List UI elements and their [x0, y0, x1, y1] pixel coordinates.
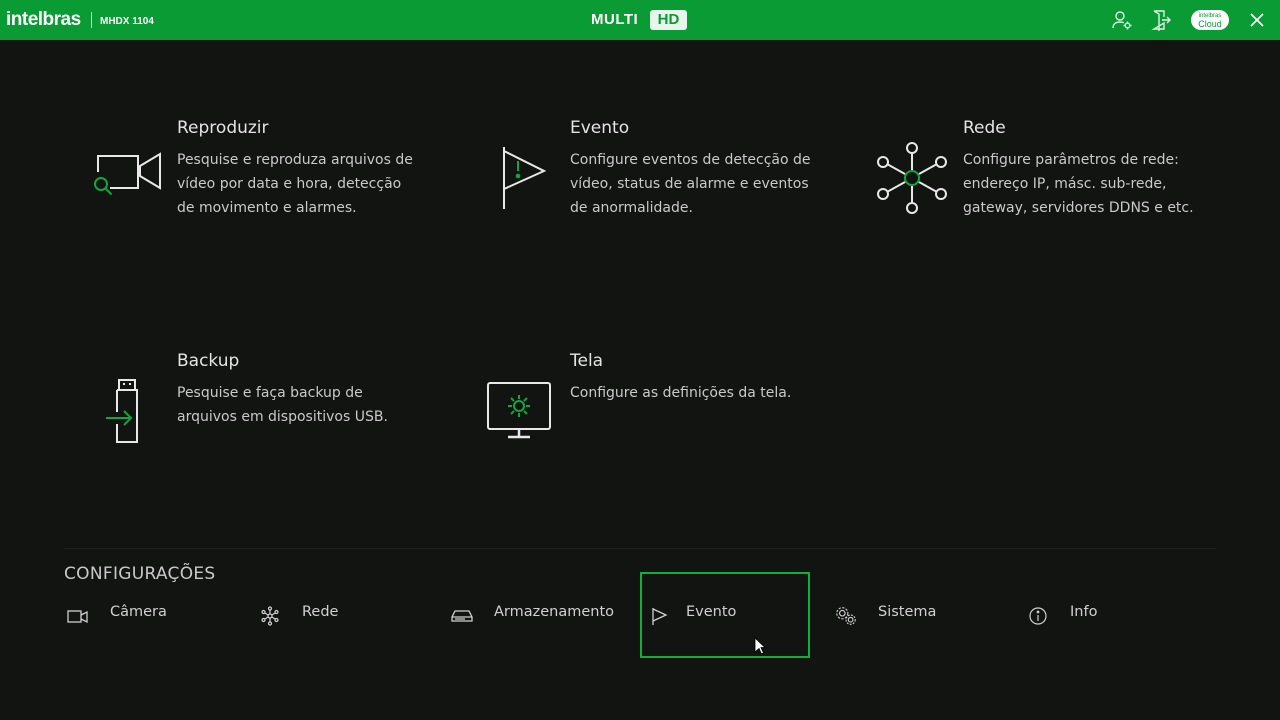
- card-reproduzir[interactable]: Reproduzir Pesquise e reproduza arquivos…: [81, 118, 461, 238]
- multihd-logo-text: MULTI: [591, 11, 639, 28]
- usb-backup-icon: [81, 371, 171, 451]
- settings-item-label: Evento: [686, 604, 737, 620]
- card-description: Pesquise e faça backup de arquivos em di…: [177, 385, 388, 425]
- flag-icon: [647, 604, 671, 628]
- settings-item-camera[interactable]: Câmera: [64, 572, 234, 658]
- network-hub-icon: [867, 138, 957, 218]
- playback-icon: [81, 138, 171, 218]
- cloud-label: Cloud: [1198, 19, 1222, 29]
- logout-icon[interactable]: [1149, 8, 1173, 32]
- settings-item-label: Armazenamento: [494, 604, 615, 620]
- cloud-button[interactable]: intelbras Cloud: [1191, 10, 1229, 30]
- card-description: Pesquise e reproduza arquivos de vídeo p…: [177, 152, 413, 216]
- card-tela[interactable]: Tela Configure as definições da tela.: [474, 351, 854, 471]
- settings-item-label: Câmera: [110, 604, 167, 620]
- settings-item-system[interactable]: Sistema: [832, 572, 1002, 658]
- card-evento[interactable]: Evento Configure eventos de detecção de …: [474, 118, 854, 238]
- card-title: Rede: [963, 118, 1006, 138]
- brand-logo: intelbras: [6, 9, 81, 30]
- user-settings-icon[interactable]: [1110, 8, 1134, 32]
- settings-item-label: Sistema: [878, 604, 937, 620]
- brand-separator: [91, 12, 92, 28]
- hd-logo-badge: HD: [650, 10, 687, 30]
- device-model: MHDX 1104: [100, 16, 154, 27]
- top-bar: intelbras MHDX 1104 MULTI HD intelbras C…: [0, 0, 1280, 40]
- card-backup[interactable]: Backup Pesquise e faça backup de arquivo…: [81, 351, 461, 471]
- network-icon: [258, 604, 282, 628]
- card-title: Backup: [177, 351, 240, 371]
- settings-item-network[interactable]: Rede: [256, 572, 426, 658]
- gears-icon: [834, 604, 858, 628]
- event-flag-icon: [474, 138, 564, 218]
- monitor-settings-icon: [474, 371, 564, 451]
- settings-item-info[interactable]: Info: [1024, 572, 1194, 658]
- card-title: Tela: [570, 351, 604, 371]
- card-rede[interactable]: Rede Configure parâmetros de rede: ender…: [867, 118, 1247, 238]
- settings-item-storage[interactable]: Armazenamento: [448, 572, 618, 658]
- card-title: Reproduzir: [177, 118, 269, 138]
- card-title: Evento: [570, 118, 630, 138]
- settings-item-event[interactable]: Evento: [640, 572, 810, 658]
- card-description: Configure eventos de detecção de vídeo, …: [570, 152, 811, 216]
- card-description: Configure as definições da tela.: [570, 385, 792, 401]
- settings-item-label: Info: [1070, 604, 1098, 620]
- close-icon[interactable]: [1245, 8, 1269, 32]
- info-icon: [1026, 604, 1050, 628]
- mouse-cursor-icon: [754, 637, 767, 659]
- card-description: Configure parâmetros de rede: endereço I…: [963, 152, 1194, 216]
- settings-item-label: Rede: [302, 604, 339, 620]
- section-divider: [64, 548, 1216, 549]
- camera-icon: [66, 604, 90, 628]
- storage-icon: [450, 604, 474, 628]
